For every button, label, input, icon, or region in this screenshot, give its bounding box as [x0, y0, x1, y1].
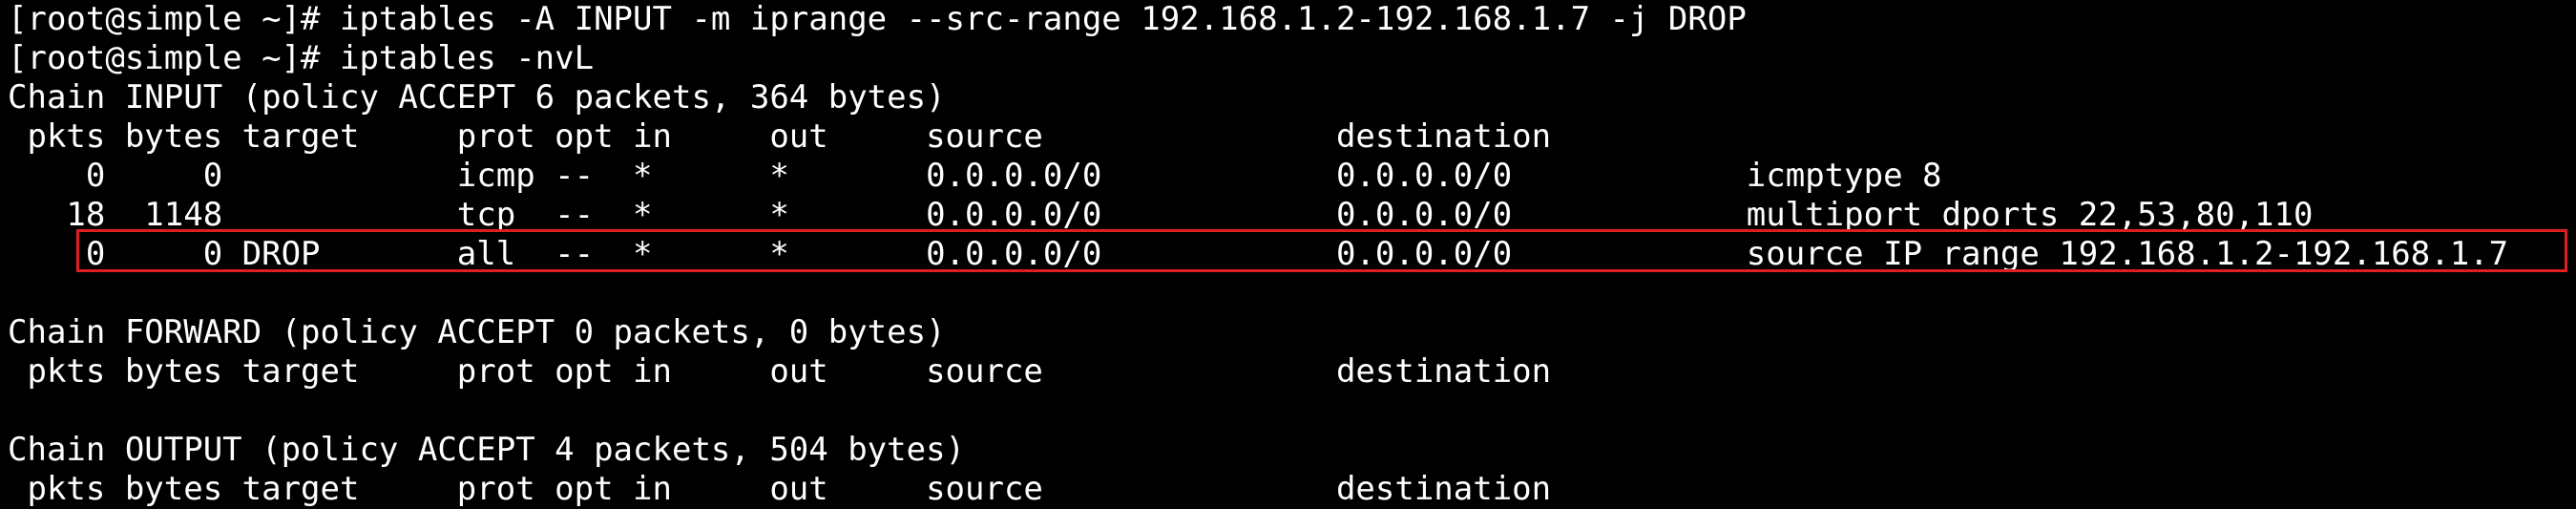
command-line-iptables-list: [root@simple ~]# iptables -nvL — [8, 39, 595, 77]
chain-input-header: Chain INPUT (policy ACCEPT 6 packets, 36… — [8, 78, 946, 117]
chain-forward-header: Chain FORWARD (policy ACCEPT 0 packets, … — [8, 313, 946, 351]
chain-output-column-headers: pkts bytes target prot opt in out source… — [8, 470, 1552, 508]
command-line-iptables-append: [root@simple ~]# iptables -A INPUT -m ip… — [8, 0, 1747, 38]
chain-forward-column-headers: pkts bytes target prot opt in out source… — [8, 352, 1552, 391]
chain-input-column-headers: pkts bytes target prot opt in out source… — [8, 117, 1552, 156]
rule-row-icmp: 0 0 icmp -- * * 0.0.0.0/0 0.0.0.0/0 icmp… — [8, 157, 1942, 195]
rule-row-tcp-multiport: 18 1148 tcp -- * * 0.0.0.0/0 0.0.0.0/0 m… — [8, 196, 2314, 234]
rule-row-drop-iprange: 0 0 DROP all -- * * 0.0.0.0/0 0.0.0.0/0 … — [8, 235, 2509, 273]
chain-output-header: Chain OUTPUT (policy ACCEPT 4 packets, 5… — [8, 431, 966, 469]
terminal-window[interactable]: [root@simple ~]# iptables -A INPUT -m ip… — [0, 0, 2576, 508]
